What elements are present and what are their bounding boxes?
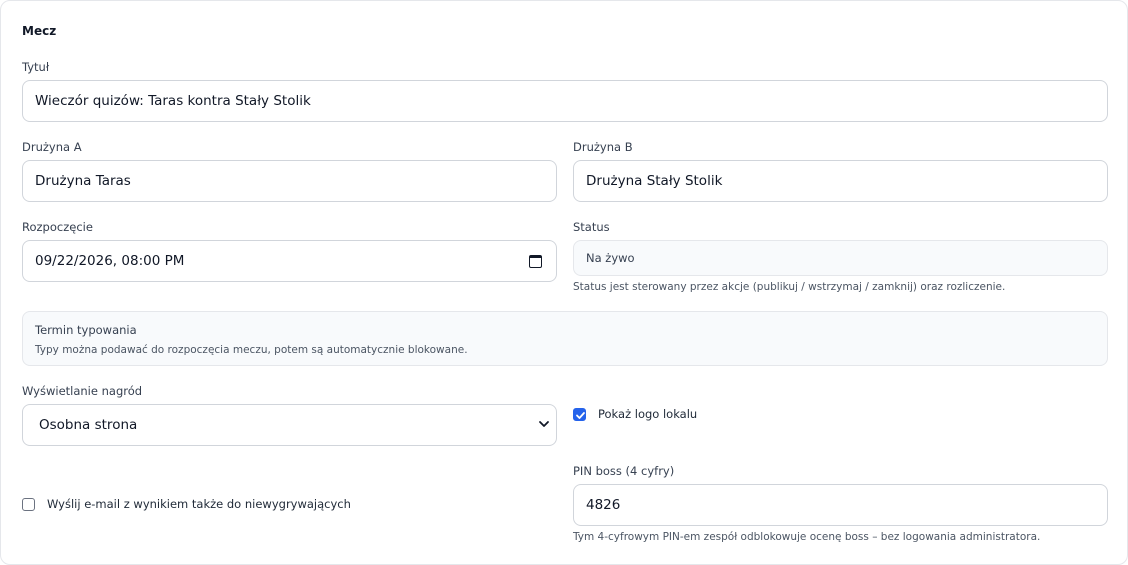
prizes-label: Wyświetlanie nagród bbox=[22, 384, 143, 398]
checkmark-icon bbox=[576, 412, 585, 419]
team-b-label: Drużyna B bbox=[573, 140, 633, 154]
status-hint: Status jest sterowany przez akcje (publi… bbox=[573, 281, 1006, 293]
team-a-label: Drużyna A bbox=[22, 140, 82, 154]
section-title: Mecz bbox=[22, 24, 57, 38]
status-value: Na żywo bbox=[586, 251, 635, 265]
match-card: Mecz Tytuł Wieczór quizów: Taras kontra … bbox=[0, 0, 1128, 565]
start-datetime-input[interactable]: 09/22/2026, 08:00 PM bbox=[22, 240, 557, 282]
prizes-select-value: Osobna strona bbox=[39, 417, 138, 433]
deadline-info-box: Termin typowania Typy można podawać do r… bbox=[22, 311, 1108, 366]
deadline-text: Typy można podawać do rozpoczęcia meczu,… bbox=[35, 344, 468, 356]
email-losers-checkbox[interactable] bbox=[22, 498, 35, 511]
chevron-down-icon bbox=[539, 421, 549, 427]
pin-input-value: 4826 bbox=[586, 497, 621, 513]
pin-hint: Tym 4-cyfrowym PIN-em zespół odblokowuje… bbox=[573, 531, 1041, 543]
pin-label: PIN boss (4 cyfry) bbox=[573, 464, 675, 478]
title-input[interactable]: Wieczór quizów: Taras kontra Stały Stoli… bbox=[22, 80, 1108, 122]
start-label: Rozpoczęcie bbox=[22, 220, 93, 234]
team-b-input[interactable]: Drużyna Stały Stolik bbox=[573, 160, 1108, 202]
show-logo-checkbox[interactable] bbox=[573, 408, 586, 421]
team-a-input[interactable]: Drużyna Taras bbox=[22, 160, 557, 202]
show-logo-label[interactable]: Pokaż logo lokalu bbox=[598, 407, 697, 421]
prizes-select[interactable]: Osobna strona bbox=[22, 404, 557, 446]
calendar-icon[interactable] bbox=[529, 255, 542, 268]
status-label: Status bbox=[573, 220, 610, 234]
email-losers-label[interactable]: Wyślij e-mail z wynikiem także do niewyg… bbox=[47, 497, 351, 511]
team-b-input-value: Drużyna Stały Stolik bbox=[586, 173, 723, 189]
status-readonly-field: Na żywo bbox=[573, 240, 1108, 276]
title-label: Tytuł bbox=[22, 60, 50, 74]
pin-input[interactable]: 4826 bbox=[573, 484, 1108, 526]
start-datetime-value: 09/22/2026, 08:00 PM bbox=[35, 253, 185, 269]
deadline-title: Termin typowania bbox=[35, 323, 137, 337]
team-a-input-value: Drużyna Taras bbox=[35, 173, 131, 189]
title-input-value: Wieczór quizów: Taras kontra Stały Stoli… bbox=[35, 93, 311, 109]
